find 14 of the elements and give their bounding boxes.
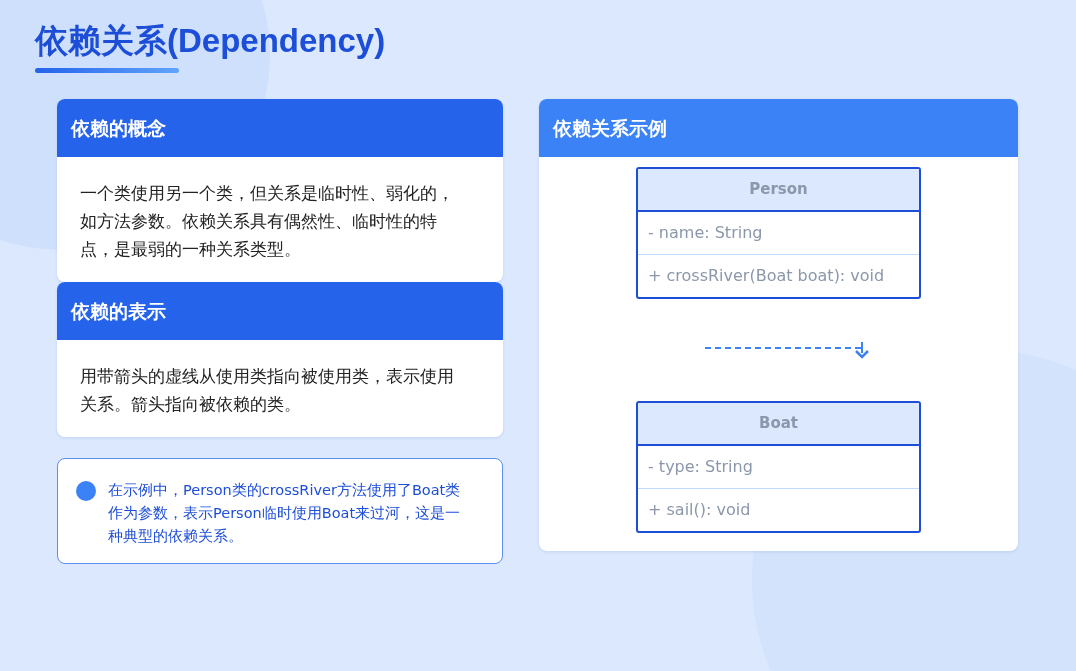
class-member: - name: String (647, 222, 764, 244)
dot-icon (76, 481, 96, 501)
card-text: 用带箭头的虚线从使用类指向被使用类，表示使用关系。箭头指向被依赖的类。 (79, 365, 455, 416)
class-name: Boat (638, 403, 919, 446)
class-member: - type: String (647, 456, 754, 478)
class-member: + crossRiver(Boat boat): void (638, 254, 919, 297)
page-title: 依赖关系(Dependency) (35, 21, 387, 61)
card-heading: 依赖的表示 (57, 282, 503, 340)
card-text: 一个类使用另一个类，但关系是临时性、弱化的，如方法参数。依赖关系具有偶然性、临时性的特点，是最弱的一种关系类型。 (79, 182, 455, 261)
card-heading: 依赖关系示例 (539, 99, 1018, 157)
note-text: 在示例中，Person类的crossRiver方法使用了Boat类作为参数，表示Person临时使用Boat来过河，这是一种典型的依赖关系。 (108, 481, 462, 546)
class-member: + sail(): void (638, 488, 919, 531)
card-heading: 依赖的概念 (57, 99, 503, 157)
class-name: Person (638, 169, 919, 212)
